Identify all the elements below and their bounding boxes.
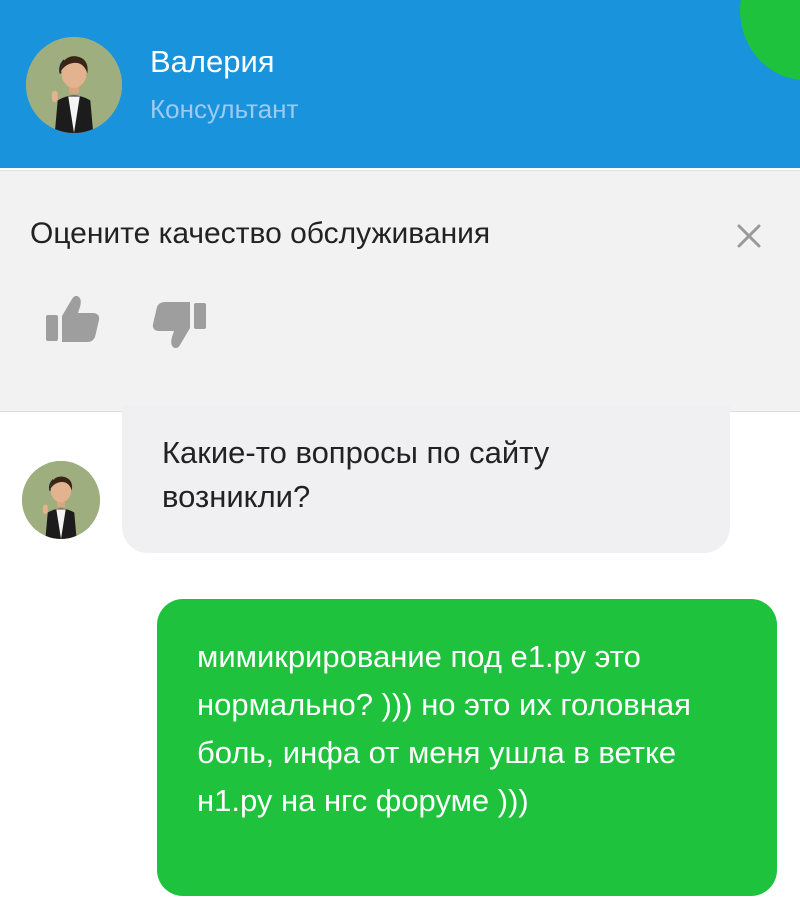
chat-widget: Валерия Консультант Оцените качество обс… [0,0,800,902]
incoming-message: Какие-то вопросы по сайту возникли? [122,405,730,553]
agent-role: Консультант [150,94,299,124]
chat-header: Валерия Консультант [0,0,800,168]
agent-avatar [26,37,122,133]
rating-title: Оцените качество обслуживания [30,217,491,250]
thumbs-down-icon[interactable] [150,295,210,355]
message-agent-avatar [22,461,100,539]
outgoing-message: мимикрирование под е1.ру это нормально? … [157,599,777,896]
close-icon[interactable] [734,221,764,251]
header-accent-circle [740,0,800,80]
agent-name: Валерия [150,44,275,79]
rating-panel: Оцените качество обслуживания [0,170,800,412]
thumbs-up-icon[interactable] [42,289,102,349]
